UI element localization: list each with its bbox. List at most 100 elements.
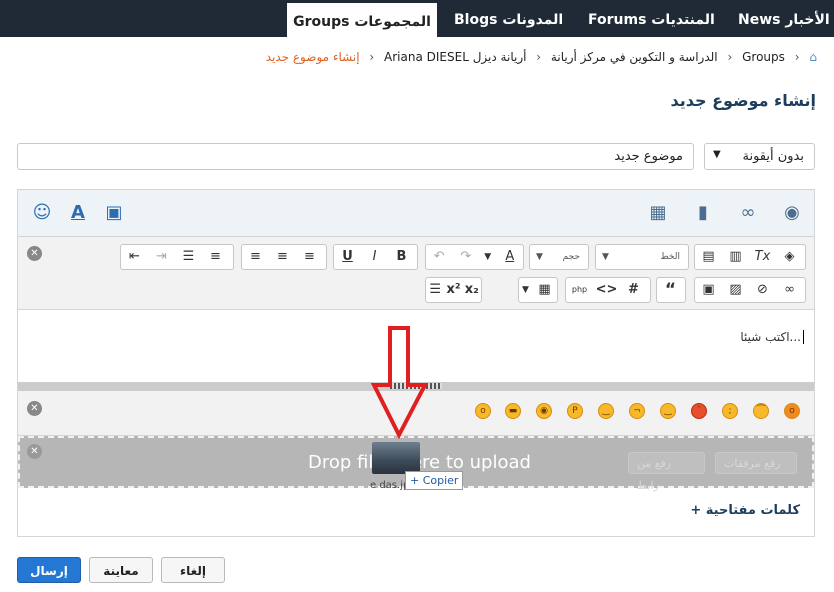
chevron-down-icon: ▼ bbox=[602, 252, 609, 262]
insert-link-icon[interactable]: ∞ bbox=[776, 278, 803, 302]
smiley-shocked-icon[interactable]: o bbox=[784, 403, 800, 419]
tab-blogs[interactable]: Blogs المدونات bbox=[454, 0, 563, 37]
breadcrumb-center[interactable]: الدراسة و التكوين في مركز أريانة bbox=[551, 50, 718, 64]
bold-icon[interactable]: B bbox=[388, 245, 415, 269]
text-color-icon[interactable]: A bbox=[64, 199, 92, 227]
toolbar-group-media: ▣ ▨ ⊘ ∞ bbox=[694, 277, 806, 303]
chevron-icon: ‹ bbox=[369, 50, 375, 64]
smiley-angry-icon[interactable]: ˇ bbox=[691, 403, 707, 419]
topic-title-value: موضوع جديد bbox=[614, 149, 683, 164]
subscript-icon[interactable]: x₂ bbox=[463, 278, 481, 302]
tab-groups[interactable]: Groups المجموعات bbox=[287, 0, 437, 40]
toolbar-group-align: ≡ ≡ ≡ bbox=[241, 244, 327, 270]
toolbar-group-table: ▼ ▦ bbox=[518, 277, 558, 303]
camera-icon[interactable]: ◉ bbox=[778, 199, 806, 227]
upload-dropzone[interactable]: ✕ Drop files here to upload رفع من رابط … bbox=[18, 436, 814, 492]
toolbar-group-clipboard: ▤ ▥ Tx ◈ bbox=[694, 244, 806, 270]
copy-tooltip: + Copier bbox=[405, 471, 464, 490]
toolbar-group-code: php <> # bbox=[565, 277, 651, 303]
chevron-icon: ‹ bbox=[794, 50, 800, 64]
undo-icon[interactable]: ↶ bbox=[426, 245, 452, 269]
smiley-happy-icon[interactable]: ‿ bbox=[660, 403, 676, 419]
size-select[interactable]: ▼ حجم bbox=[529, 244, 589, 270]
number-list-icon[interactable]: ≡ bbox=[202, 245, 229, 269]
chevron-down-icon: ▼ bbox=[713, 149, 721, 160]
align-center-icon[interactable]: ≡ bbox=[269, 245, 296, 269]
quote-icon[interactable]: “ bbox=[657, 278, 684, 302]
remove-format-icon[interactable]: Tx bbox=[749, 245, 776, 269]
smiley-surprised-icon[interactable]: o bbox=[475, 403, 491, 419]
editor-top-bar: ☺ A ▣ ▦ ▮ ∞ ◉ bbox=[18, 190, 814, 237]
hashtag-icon[interactable]: # bbox=[620, 278, 647, 302]
breadcrumb-groups[interactable]: Groups bbox=[742, 50, 785, 64]
php-icon[interactable]: php bbox=[566, 278, 593, 302]
table-icon[interactable]: ▦ bbox=[532, 278, 557, 302]
drop-arrow-annotation bbox=[370, 326, 429, 440]
keywords-toggle[interactable]: كلمات مفتاحية + bbox=[690, 503, 800, 518]
smiley-icon[interactable]: ☺ bbox=[28, 199, 56, 227]
font-select[interactable]: ▼ الخط bbox=[595, 244, 689, 270]
smiley-sad-icon[interactable]: ⁀ bbox=[753, 403, 769, 419]
redo-icon[interactable]: ↷ bbox=[452, 245, 478, 269]
toolbar-group-script: ☰ x² x₂ bbox=[425, 277, 482, 303]
horizontal-rule-icon[interactable]: ☰ bbox=[426, 278, 444, 302]
submit-button[interactable]: إرسال bbox=[17, 557, 81, 583]
tab-news[interactable]: News الأخبار bbox=[738, 0, 830, 37]
bullet-list-icon[interactable]: ☰ bbox=[175, 245, 202, 269]
icon-select[interactable]: ▼ بدون أيقونة bbox=[704, 143, 815, 170]
font-select-label: الخط bbox=[660, 252, 680, 262]
chevron-icon: ‹ bbox=[536, 50, 542, 64]
upload-attachments-button[interactable]: رفع مرفقات bbox=[715, 452, 797, 474]
close-dropzone-icon[interactable]: ✕ bbox=[27, 444, 42, 459]
chart-icon[interactable]: ▮ bbox=[689, 199, 717, 227]
toolbar-group-undo: ↶ ↷ ▼ A bbox=[425, 244, 524, 270]
tab-forums[interactable]: Forums المنتديات bbox=[588, 0, 715, 37]
align-right-icon[interactable]: ≡ bbox=[296, 245, 323, 269]
smiley-tongue-icon[interactable]: P bbox=[567, 403, 583, 419]
calendar-icon[interactable]: ▦ bbox=[644, 199, 672, 227]
source-icon[interactable]: ◈ bbox=[776, 245, 803, 269]
chevron-down-icon[interactable]: ▼ bbox=[519, 278, 532, 302]
toolbar-group-quote: “ bbox=[656, 277, 686, 303]
unlink-icon[interactable]: ⊘ bbox=[749, 278, 776, 302]
icon-select-value: بدون أيقونة bbox=[742, 149, 804, 164]
close-toolbar-icon[interactable]: ✕ bbox=[27, 246, 42, 261]
smiley-cool-icon[interactable]: ▬ bbox=[505, 403, 521, 419]
font-color-icon[interactable]: A bbox=[497, 245, 523, 269]
chevron-down-icon[interactable]: ▼ bbox=[479, 245, 497, 269]
editor-toolbar: ✕ ⇤ ⇥ ☰ ≡ ≡ ≡ ≡ U I B ↶ ↷ ▼ A ▼ حجم ▼ ال… bbox=[18, 237, 814, 310]
clipboard-icon[interactable]: ▣ bbox=[100, 199, 128, 227]
dragged-file-thumbnail bbox=[372, 442, 420, 474]
breadcrumb: ⌂ ‹ Groups ‹ الدراسة و التكوين في مركز أ… bbox=[263, 50, 820, 68]
close-smilies-icon[interactable]: ✕ bbox=[27, 401, 42, 416]
align-left-icon[interactable]: ≡ bbox=[242, 245, 269, 269]
italic-icon[interactable]: I bbox=[361, 245, 388, 269]
code-icon[interactable]: <> bbox=[593, 278, 620, 302]
smiley-smile-icon[interactable]: ‿ bbox=[598, 403, 614, 419]
chevron-down-icon: ▼ bbox=[536, 252, 543, 262]
top-navigation: Groups المجموعات Blogs المدونات Forums ا… bbox=[0, 0, 834, 40]
smiley-annoyed-icon[interactable]: ¬ bbox=[629, 403, 645, 419]
media-icon[interactable]: ▣ bbox=[695, 278, 722, 302]
home-icon[interactable]: ⌂ bbox=[809, 50, 817, 64]
breadcrumb-current: إنشاء موضوع جديد bbox=[265, 50, 360, 64]
chevron-icon: ‹ bbox=[727, 50, 733, 64]
preview-button[interactable]: معاينة bbox=[89, 557, 153, 583]
smiley-eyes-icon[interactable]: ◉ bbox=[536, 403, 552, 419]
breadcrumb-group[interactable]: أريانة ديزل Ariana DIESEL bbox=[384, 50, 526, 64]
image-icon[interactable]: ▨ bbox=[722, 278, 749, 302]
toolbar-group-indent: ⇤ ⇥ ☰ ≡ bbox=[120, 244, 234, 270]
link-icon[interactable]: ∞ bbox=[734, 199, 762, 227]
indent-icon[interactable]: ⇥ bbox=[148, 245, 175, 269]
outdent-icon[interactable]: ⇤ bbox=[121, 245, 148, 269]
size-select-label: حجم bbox=[562, 252, 580, 262]
cancel-button[interactable]: إلغاء bbox=[161, 557, 225, 583]
underline-icon[interactable]: U bbox=[334, 245, 361, 269]
topic-title-input[interactable]: موضوع جديد bbox=[17, 143, 694, 170]
superscript-icon[interactable]: x² bbox=[444, 278, 462, 302]
page-title: إنشاء موضوع جديد bbox=[670, 91, 816, 110]
paste-text-icon[interactable]: ▥ bbox=[722, 245, 749, 269]
smiley-wink-icon[interactable]: ; bbox=[722, 403, 738, 419]
upload-from-url-button[interactable]: رفع من رابط bbox=[628, 452, 705, 492]
paste-icon[interactable]: ▤ bbox=[695, 245, 722, 269]
